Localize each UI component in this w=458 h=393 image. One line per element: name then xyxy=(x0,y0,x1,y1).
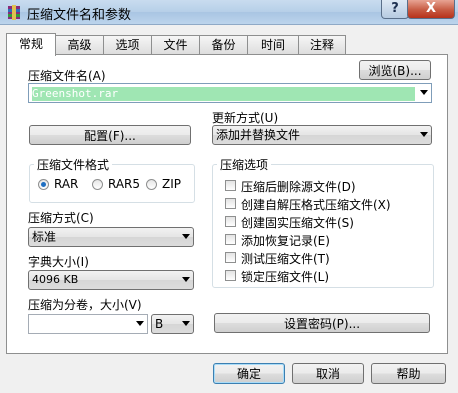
chevron-down-icon xyxy=(182,321,190,326)
archive-name-value: Greenshot.rar xyxy=(32,87,415,101)
format-zip-radio[interactable] xyxy=(146,179,157,190)
format-rar-label[interactable]: RAR xyxy=(54,177,78,191)
format-rar5-radio[interactable] xyxy=(92,179,103,190)
tab-options[interactable]: 选项 xyxy=(103,35,152,55)
delete-after-label[interactable]: 压缩后删除源文件(D) xyxy=(241,178,356,195)
winrar-app-icon xyxy=(8,5,20,20)
compression-method-select[interactable]: 标准 xyxy=(28,227,194,247)
split-volume-size-combobox[interactable] xyxy=(28,314,148,334)
test-archive-checkbox[interactable] xyxy=(225,252,236,263)
profiles-button[interactable]: 配置(F)... xyxy=(29,125,191,145)
split-volume-unit-select[interactable]: B xyxy=(151,314,194,334)
title-bar[interactable]: 压缩文件名和参数 ? X xyxy=(0,0,458,25)
archive-name-combobox[interactable]: Greenshot.rar xyxy=(28,83,432,103)
tab-files[interactable]: 文件 xyxy=(151,35,200,55)
help-caption-button[interactable]: ? xyxy=(381,0,409,19)
test-archive-label[interactable]: 测试压缩文件(T) xyxy=(241,250,330,267)
compression-method-value: 标准 xyxy=(32,230,57,244)
update-mode-label: 更新方式(U) xyxy=(212,111,279,125)
chevron-down-icon[interactable] xyxy=(420,90,428,95)
update-mode-value: 添加并替换文件 xyxy=(216,128,301,142)
chevron-down-icon xyxy=(420,132,428,137)
format-rar-radio[interactable] xyxy=(38,179,49,190)
lock-archive-label[interactable]: 锁定压缩文件(L) xyxy=(241,268,329,285)
chevron-down-icon[interactable] xyxy=(136,321,144,326)
archive-format-title: 压缩文件格式 xyxy=(34,156,113,173)
compression-method-label: 压缩方式(C) xyxy=(28,211,94,225)
create-solid-checkbox[interactable] xyxy=(225,216,236,227)
browse-button[interactable]: 浏览(B)... xyxy=(359,60,431,80)
tab-time[interactable]: 时间 xyxy=(247,35,299,55)
create-solid-label[interactable]: 创建固实压缩文件(S) xyxy=(241,214,354,231)
window-title: 压缩文件名和参数 xyxy=(27,8,132,23)
recovery-record-checkbox[interactable] xyxy=(225,234,236,245)
chevron-down-icon xyxy=(182,277,190,282)
tab-backup[interactable]: 备份 xyxy=(199,35,248,55)
archive-name-label: 压缩文件名(A) xyxy=(28,69,106,83)
archive-options-group: 压缩选项 压缩后删除源文件(D) 创建自解压格式压缩文件(X) 创建固实压缩文件… xyxy=(212,156,434,288)
archive-format-group: 压缩文件格式 RAR RAR5 ZIP xyxy=(29,156,195,203)
split-volume-unit-value: B xyxy=(155,317,164,331)
lock-archive-checkbox[interactable] xyxy=(225,270,236,281)
archive-options-title: 压缩选项 xyxy=(217,156,272,173)
cancel-button[interactable]: 取消 xyxy=(292,363,364,384)
set-password-button[interactable]: 设置密码(P)... xyxy=(214,313,430,333)
dictionary-size-label: 字典大小(I) xyxy=(28,255,89,269)
recovery-record-label[interactable]: 添加恢复记录(E) xyxy=(241,232,330,249)
chevron-down-icon xyxy=(182,234,190,239)
split-volumes-label: 压缩为分卷，大小(V) xyxy=(28,298,142,312)
tab-advanced[interactable]: 高级 xyxy=(55,35,104,55)
ok-button[interactable]: 确定 xyxy=(213,363,285,384)
format-rar5-label[interactable]: RAR5 xyxy=(108,177,140,191)
delete-after-checkbox[interactable] xyxy=(225,180,236,191)
update-mode-select[interactable]: 添加并替换文件 xyxy=(212,125,432,145)
create-sfx-label[interactable]: 创建自解压格式压缩文件(X) xyxy=(241,196,391,213)
help-button[interactable]: 帮助 xyxy=(371,363,446,384)
close-button[interactable]: X xyxy=(407,0,455,19)
create-sfx-checkbox[interactable] xyxy=(225,198,236,209)
dialog-window: 压缩文件名和参数 ? X 常规 高级 选项 文件 备份 时间 注释 压缩文件名(… xyxy=(0,0,458,393)
tab-general[interactable]: 常规 xyxy=(6,33,56,56)
format-zip-label[interactable]: ZIP xyxy=(162,177,181,191)
dictionary-size-select[interactable]: 4096 KB xyxy=(28,270,194,290)
tab-comment[interactable]: 注释 xyxy=(298,35,346,55)
dictionary-size-value: 4096 KB xyxy=(32,273,79,286)
general-tab-panel: 压缩文件名(A) 浏览(B)... Greenshot.rar 更新方式(U) … xyxy=(6,54,448,354)
